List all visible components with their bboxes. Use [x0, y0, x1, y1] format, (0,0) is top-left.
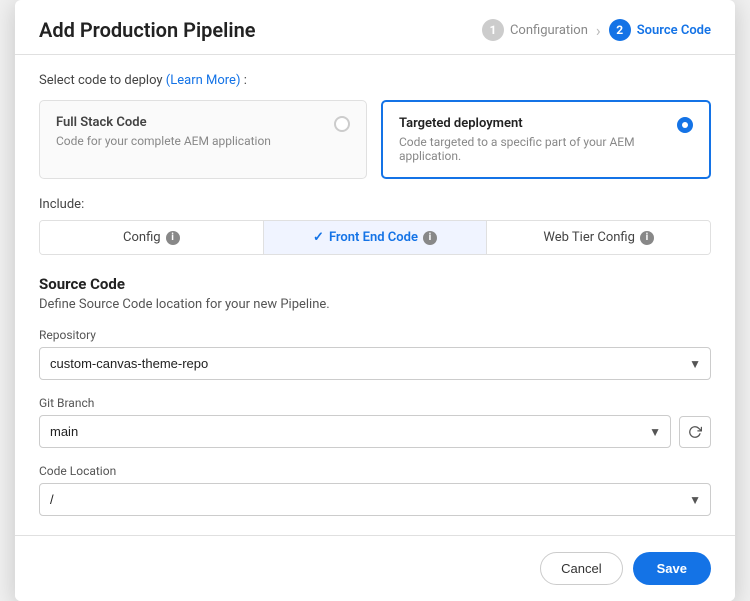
select-code-text: Select code to deploy — [39, 73, 163, 88]
front-end-check-icon: ✓ — [313, 230, 324, 245]
targeted-card[interactable]: Targeted deployment Code targeted to a s… — [381, 100, 711, 179]
step-2: 2 Source Code — [609, 19, 711, 41]
step-1-label: Configuration — [510, 23, 588, 38]
full-stack-card[interactable]: Full Stack Code Code for your complete A… — [39, 100, 367, 179]
repository-select-wrapper: custom-canvas-theme-repo ▼ — [39, 347, 711, 380]
select-code-row: Select code to deploy (Learn More) : — [39, 73, 711, 88]
code-location-select[interactable]: / — [39, 483, 711, 516]
repository-field-group: Repository custom-canvas-theme-repo ▼ — [39, 328, 711, 380]
tabs-row: Config i ✓ Front End Code i Web Tier Con… — [39, 220, 711, 255]
step-divider: › — [596, 21, 601, 40]
tab-config[interactable]: Config i — [40, 221, 264, 254]
step-1-circle: 1 — [482, 19, 504, 41]
full-stack-radio[interactable] — [334, 116, 350, 132]
modal-body: Select code to deploy (Learn More) : Ful… — [15, 55, 735, 535]
save-button[interactable]: Save — [633, 552, 711, 585]
step-2-circle: 2 — [609, 19, 631, 41]
tab-front-end-label: Front End Code — [329, 230, 418, 245]
include-label: Include: — [39, 197, 711, 212]
tab-web-tier-config[interactable]: Web Tier Config i — [487, 221, 710, 254]
code-location-label: Code Location — [39, 464, 711, 478]
repository-select[interactable]: custom-canvas-theme-repo — [39, 347, 711, 380]
step-2-label: Source Code — [637, 23, 711, 38]
targeted-radio[interactable] — [677, 117, 693, 133]
front-end-info-icon[interactable]: i — [423, 231, 437, 245]
deployment-options: Full Stack Code Code for your complete A… — [39, 100, 711, 179]
repository-label: Repository — [39, 328, 711, 342]
git-branch-label: Git Branch — [39, 396, 711, 410]
full-stack-title: Full Stack Code — [56, 115, 271, 130]
modal: Add Production Pipeline 1 Configuration … — [15, 0, 735, 601]
code-location-select-wrapper: / ▼ — [39, 483, 711, 516]
cancel-button[interactable]: Cancel — [540, 552, 622, 585]
steps-nav: 1 Configuration › 2 Source Code — [482, 19, 711, 41]
tab-config-label: Config — [123, 230, 161, 245]
targeted-text: Targeted deployment Code targeted to a s… — [399, 116, 677, 163]
modal-title: Add Production Pipeline — [39, 18, 256, 42]
code-location-field-group: Code Location / ▼ — [39, 464, 711, 516]
full-stack-desc: Code for your complete AEM application — [56, 134, 271, 148]
targeted-title: Targeted deployment — [399, 116, 677, 131]
tab-front-end-code[interactable]: ✓ Front End Code i — [264, 221, 488, 254]
refresh-icon — [688, 425, 702, 439]
full-stack-text: Full Stack Code Code for your complete A… — [56, 115, 271, 148]
source-code-desc: Define Source Code location for your new… — [39, 297, 711, 312]
git-branch-field-group: Git Branch main ▼ — [39, 396, 711, 448]
git-branch-select-wrapper: main ▼ — [39, 415, 671, 448]
modal-footer: Cancel Save — [15, 535, 735, 601]
modal-header: Add Production Pipeline 1 Configuration … — [15, 0, 735, 55]
learn-more-link[interactable]: (Learn More) — [166, 73, 241, 88]
config-info-icon[interactable]: i — [166, 231, 180, 245]
git-branch-row: main ▼ — [39, 415, 711, 448]
web-tier-info-icon[interactable]: i — [640, 231, 654, 245]
git-branch-select[interactable]: main — [39, 415, 671, 448]
targeted-desc: Code targeted to a specific part of your… — [399, 135, 677, 163]
tab-web-tier-label: Web Tier Config — [543, 230, 635, 245]
step-1: 1 Configuration — [482, 19, 588, 41]
source-code-title: Source Code — [39, 275, 711, 293]
refresh-button[interactable] — [679, 416, 711, 448]
